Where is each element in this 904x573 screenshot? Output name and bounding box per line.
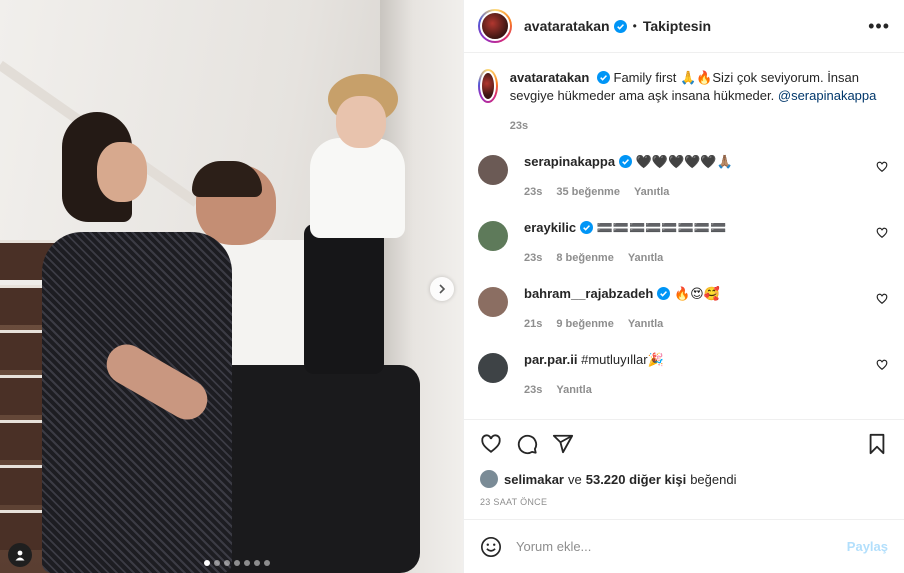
comment-like-icon[interactable]: [876, 227, 888, 239]
comment-list: serapinakappa 🖤🖤🖤🖤🖤🙏🏽 23s 35 beğenme Yanıt…: [478, 153, 888, 419]
chevron-right-icon: [439, 284, 446, 294]
author-username[interactable]: avataratakan: [524, 18, 610, 34]
bookmark-icon[interactable]: [866, 433, 888, 455]
comment-reply-button[interactable]: Yanıtla: [628, 252, 663, 264]
comment-time[interactable]: 23s: [524, 252, 542, 264]
verified-icon: [596, 71, 610, 84]
verified-icon: [613, 19, 627, 33]
comment-likes[interactable]: 9 beğenme: [556, 318, 613, 330]
comment-like-icon[interactable]: [876, 161, 888, 173]
caption-mention[interactable]: @serapinakappa: [778, 88, 876, 103]
caption: avataratakan Family first 🙏🔥Sizi çok sev…: [478, 69, 888, 135]
comment-like-icon[interactable]: [876, 359, 888, 371]
carousel-indicator: [204, 560, 270, 566]
verified-icon: [619, 155, 633, 168]
comment-time[interactable]: 23s: [524, 384, 542, 396]
carousel-dot: [264, 560, 270, 566]
likes-summary[interactable]: selimakar ve 53.220 diğer kişi beğendi: [464, 467, 904, 491]
action-bar: [464, 419, 904, 467]
comment-row: bahram__rajabzadeh 🔥😍🥰 21s 9 beğenme Yanıt…: [478, 285, 888, 333]
photo-woman: [42, 112, 232, 573]
comment-reply-button[interactable]: Yanıtla: [556, 384, 591, 396]
heart-icon[interactable]: [480, 433, 502, 455]
author-avatar[interactable]: [478, 9, 512, 43]
comment-time[interactable]: 21s: [524, 318, 542, 330]
caption-time[interactable]: 23s: [510, 120, 528, 132]
comment-likes[interactable]: 35 beğenme: [556, 186, 620, 198]
follow-status[interactable]: Takiptesin: [643, 18, 711, 34]
commenter-username[interactable]: serapinakappa: [524, 154, 615, 169]
post-date[interactable]: 23 SAAT ÖNCE: [464, 491, 904, 519]
post-comment-button[interactable]: Paylaş: [847, 539, 888, 554]
comment-text: 🔥😍🥰: [673, 286, 720, 301]
post-side-panel: avataratakan • Takiptesin ••• avataratak…: [463, 0, 904, 573]
emoji-icon[interactable]: [480, 536, 502, 558]
post-photo[interactable]: [0, 0, 463, 573]
comment-row: eraykilic 🟰🟰🟰🟰🟰🟰🟰🟰 23s 8 beğenme Yanıtla: [478, 219, 888, 267]
carousel-dot: [224, 560, 230, 566]
comment-row: par.par.ii #mutluyıllar🎉 23s Yanıtla: [478, 351, 888, 399]
add-comment-bar: Paylaş: [464, 519, 904, 573]
comments-section[interactable]: avataratakan Family first 🙏🔥Sizi çok sev…: [464, 53, 904, 419]
verified-icon: [580, 221, 594, 234]
photo-child: [300, 74, 410, 414]
carousel-dot: [244, 560, 250, 566]
carousel-next-button[interactable]: [430, 277, 454, 301]
comment-row: serapinakappa 🖤🖤🖤🖤🖤🙏🏽 23s 35 beğenme Yanıt…: [478, 153, 888, 201]
comment-icon[interactable]: [516, 433, 538, 455]
commenter-avatar[interactable]: [478, 287, 508, 317]
comment-text: #mutluyıllar🎉: [581, 352, 664, 367]
likes-connector: ve: [568, 471, 582, 487]
carousel-dot: [234, 560, 240, 566]
comment-text: 🟰🟰🟰🟰🟰🟰🟰🟰: [596, 220, 727, 235]
caption-username[interactable]: avataratakan: [510, 70, 590, 85]
likes-count[interactable]: 53.220 diğer kişi: [586, 472, 686, 487]
separator-dot: •: [632, 19, 637, 33]
commenter-avatar[interactable]: [478, 221, 508, 251]
likes-suffix: beğendi: [690, 471, 737, 487]
commenter-avatar[interactable]: [478, 155, 508, 185]
comment-reply-button[interactable]: Yanıtla: [634, 186, 669, 198]
comment-like-icon[interactable]: [876, 293, 888, 305]
commenter-avatar[interactable]: [478, 353, 508, 383]
comment-input[interactable]: [516, 539, 847, 554]
carousel-dot: [204, 560, 210, 566]
post-header: avataratakan • Takiptesin •••: [464, 0, 904, 53]
caption-avatar[interactable]: [478, 69, 498, 103]
carousel-dot: [214, 560, 220, 566]
liker-username[interactable]: selimakar: [504, 472, 564, 487]
share-icon[interactable]: [552, 433, 574, 455]
liker-avatar[interactable]: [480, 470, 498, 488]
commenter-username[interactable]: par.par.ii: [524, 352, 577, 367]
commenter-username[interactable]: eraykilic: [524, 220, 576, 235]
user-tag-icon: [15, 550, 25, 561]
carousel-dot: [254, 560, 260, 566]
comment-text: Gt: [580, 418, 594, 419]
verified-icon: [657, 287, 671, 300]
instagram-post-modal: avataratakan • Takiptesin ••• avataratak…: [0, 0, 904, 573]
comment-likes[interactable]: 8 beğenme: [556, 252, 613, 264]
comment-time[interactable]: 23s: [524, 186, 542, 198]
comment-reply-button[interactable]: Yanıtla: [628, 318, 663, 330]
comment-row: ceyoreal Gt: [478, 417, 888, 419]
more-options-icon[interactable]: •••: [868, 17, 890, 35]
comment-text: 🖤🖤🖤🖤🖤🙏🏽: [635, 154, 733, 169]
user-tag-button[interactable]: [8, 543, 32, 567]
commenter-username[interactable]: ceyoreal: [524, 418, 577, 419]
commenter-username[interactable]: bahram__rajabzadeh: [524, 286, 653, 301]
